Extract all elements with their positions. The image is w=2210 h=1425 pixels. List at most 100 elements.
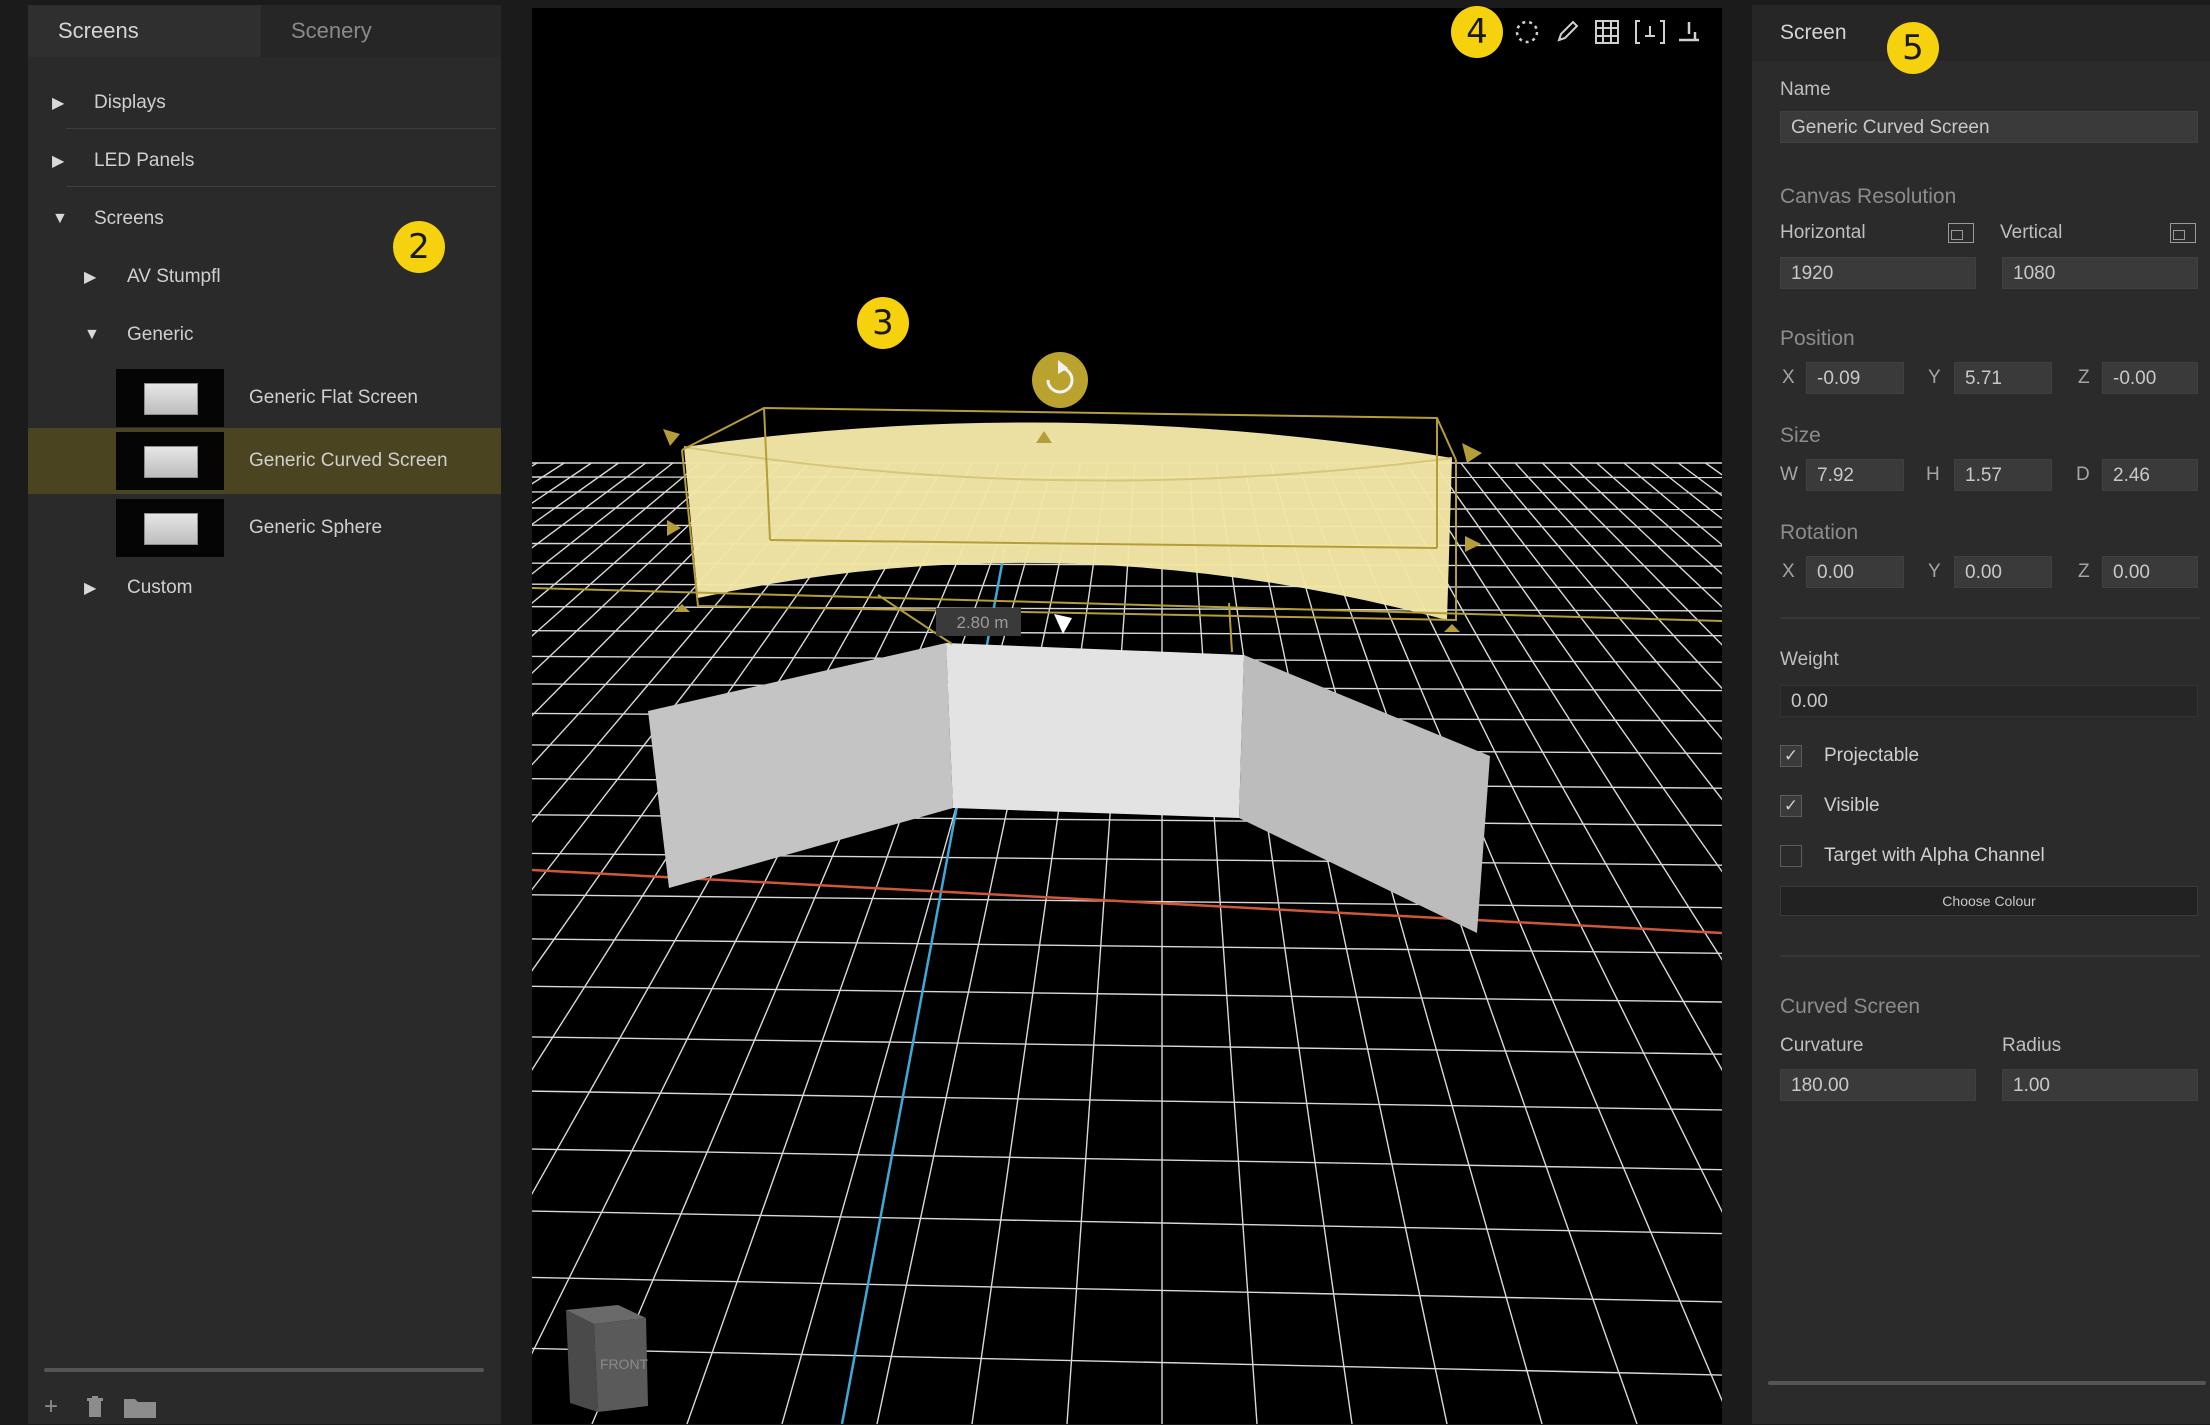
tree-divider — [66, 186, 496, 187]
tree-item-label: Displays — [94, 92, 166, 114]
tree-item-label: AV Stumpfl — [127, 266, 221, 288]
list-item-generic-flat-screen[interactable]: Generic Flat Screen — [28, 365, 501, 431]
visible-checkbox[interactable]: ✓ — [1780, 795, 1802, 817]
choose-colour-button[interactable]: Choose Colour — [1780, 886, 2198, 916]
name-label: Name — [1780, 79, 1831, 101]
tab-scenery[interactable]: Scenery — [261, 5, 501, 57]
tree-item-label: Custom — [127, 577, 192, 599]
section-divider — [1780, 955, 2200, 957]
alpha-channel-checkbox[interactable] — [1780, 845, 1802, 867]
screen-panel-left[interactable] — [648, 643, 953, 888]
axis-label-y: Y — [1928, 367, 1941, 389]
curved-screen-object[interactable] — [684, 422, 1452, 620]
tree-divider — [66, 128, 496, 129]
tree-item-generic[interactable]: ▼ Generic — [28, 315, 501, 355]
position-x-field[interactable]: -0.09 — [1806, 362, 1904, 394]
axis-label-h: H — [1926, 464, 1940, 486]
curved-screen-thumbnail — [116, 432, 224, 490]
rotate-gizmo-icon[interactable] — [1032, 352, 1088, 408]
axis-label-y: Y — [1928, 561, 1941, 583]
tree-item-label: LED Panels — [94, 150, 194, 172]
screen-panel-center[interactable] — [946, 643, 1244, 818]
projectable-label: Projectable — [1824, 745, 1919, 767]
scene-objects — [532, 8, 1722, 1424]
expand-arrow-icon[interactable]: ▶ — [84, 267, 96, 287]
axis-label-d: D — [2076, 464, 2090, 486]
position-y-field[interactable]: 5.71 — [1954, 362, 2052, 394]
screen-panel-right[interactable] — [1239, 655, 1490, 933]
cursor-icon — [1054, 614, 1072, 634]
collapse-arrow-icon[interactable]: ▼ — [84, 326, 100, 344]
rotation-x-field[interactable]: 0.00 — [1806, 556, 1904, 588]
item-label: Generic Sphere — [249, 517, 382, 539]
horizontal-label: Horizontal — [1780, 222, 1866, 244]
size-d-field[interactable]: 2.46 — [2102, 459, 2198, 491]
tree-item-custom[interactable]: ▶ Custom — [28, 568, 501, 608]
axis-label-w: W — [1780, 464, 1798, 486]
expand-arrow-icon[interactable]: ▶ — [52, 93, 64, 113]
resolution-preset-icon[interactable] — [2170, 223, 2196, 243]
grid-icon[interactable] — [1593, 18, 1627, 52]
size-w-field[interactable]: 7.92 — [1806, 459, 1904, 491]
measure-icon[interactable] — [1675, 18, 1709, 52]
name-field[interactable]: Generic Curved Screen — [1780, 111, 2198, 143]
vertical-resolution-field[interactable]: 1080 — [2002, 257, 2198, 289]
add-icon[interactable]: + — [44, 1393, 58, 1421]
curvature-field[interactable]: 180.00 — [1780, 1069, 1976, 1101]
visible-label: Visible — [1824, 795, 1880, 817]
tree-item-displays[interactable]: ▶ Displays — [28, 83, 501, 123]
tab-screens[interactable]: Screens — [28, 5, 261, 57]
resolution-preset-icon[interactable] — [1948, 223, 1974, 243]
curved-screen-heading: Curved Screen — [1780, 995, 1920, 1019]
properties-panel: Screen Name Generic Curved Screen Canvas… — [1752, 5, 2210, 1424]
axis-label-x: X — [1782, 367, 1795, 389]
projectable-checkbox[interactable]: ✓ — [1780, 745, 1802, 767]
size-h-field[interactable]: 1.57 — [1954, 459, 2052, 491]
horizontal-scrollbar[interactable] — [44, 1368, 484, 1372]
folder-icon[interactable] — [124, 1396, 156, 1425]
alpha-channel-label: Target with Alpha Channel — [1824, 845, 2045, 867]
callout-badge: 5 — [1887, 22, 1939, 74]
dimension-label: 2.80 m — [940, 611, 1025, 635]
tree-item-label: Generic — [127, 324, 194, 346]
curvature-label: Curvature — [1780, 1035, 1863, 1057]
canvas-resolution-heading: Canvas Resolution — [1780, 185, 1956, 209]
tree-item-led-panels[interactable]: ▶ LED Panels — [28, 141, 501, 181]
screens-library-panel: Screens Scenery ▶ Displays ▶ LED Panels … — [28, 5, 501, 1424]
item-label: Generic Curved Screen — [249, 450, 448, 472]
3d-viewport[interactable]: 2.80 m FRONT — [532, 8, 1722, 1424]
expand-arrow-icon[interactable]: ▶ — [52, 151, 64, 171]
callout-badge: 3 — [857, 297, 909, 349]
pencil-icon[interactable] — [1553, 18, 1587, 52]
rotation-z-field[interactable]: 0.00 — [2102, 556, 2198, 588]
expand-arrow-icon[interactable]: ▶ — [84, 578, 96, 598]
position-z-field[interactable]: -0.00 — [2102, 362, 2198, 394]
vertical-label: Vertical — [2000, 222, 2062, 244]
list-item-generic-sphere[interactable]: Generic Sphere — [28, 495, 501, 561]
radius-label: Radius — [2002, 1035, 2061, 1057]
horizontal-scrollbar[interactable] — [1768, 1381, 2206, 1385]
properties-header: Screen — [1752, 5, 2210, 61]
weight-field[interactable]: 0.00 — [1780, 685, 2198, 717]
rotation-heading: Rotation — [1780, 521, 1858, 545]
snap-brackets-icon[interactable] — [1633, 18, 1667, 52]
axis-label-z: Z — [2078, 367, 2090, 389]
horizontal-resolution-field[interactable]: 1920 — [1780, 257, 1976, 289]
flat-screen-thumbnail — [116, 369, 224, 427]
callout-badge: 4 — [1451, 6, 1503, 58]
rotation-y-field[interactable]: 0.00 — [1954, 556, 2052, 588]
axis-label-x: X — [1782, 561, 1795, 583]
select-mode-icon[interactable] — [1513, 18, 1547, 52]
axis-label-z: Z — [2078, 561, 2090, 583]
list-item-generic-curved-screen[interactable]: Generic Curved Screen — [28, 428, 501, 494]
collapse-arrow-icon[interactable]: ▼ — [52, 210, 68, 228]
position-heading: Position — [1780, 327, 1855, 351]
view-cube-label: FRONT — [594, 1356, 654, 1372]
section-divider — [1780, 617, 2200, 619]
tree-item-label: Screens — [94, 208, 164, 230]
panel-title: Screen — [1780, 21, 1847, 45]
size-heading: Size — [1780, 424, 1821, 448]
radius-field[interactable]: 1.00 — [2002, 1069, 2198, 1101]
trash-icon[interactable] — [86, 1396, 104, 1424]
item-label: Generic Flat Screen — [249, 387, 418, 409]
